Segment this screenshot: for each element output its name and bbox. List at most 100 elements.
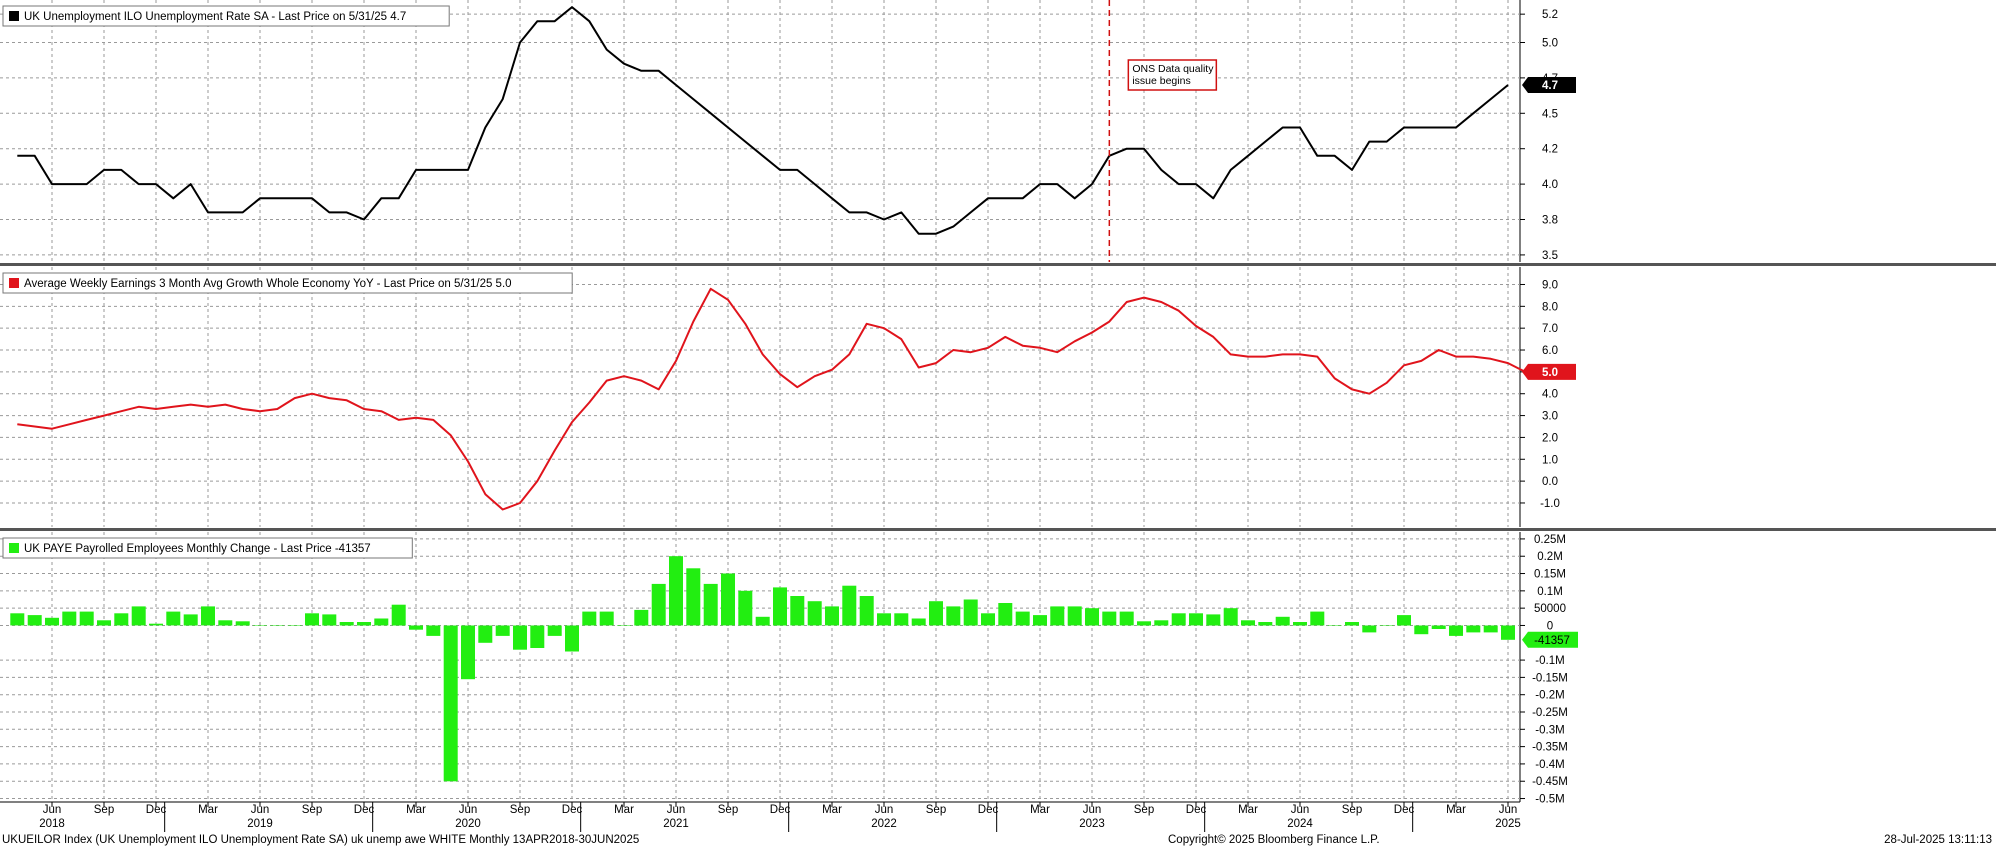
bar: [201, 606, 215, 626]
bar: [599, 611, 614, 626]
bar: [963, 599, 978, 626]
bar: [1258, 622, 1273, 626]
bar: [1362, 625, 1377, 633]
bar: [998, 603, 1013, 626]
y-tick-label: -0.1M: [1535, 655, 1564, 667]
x-year-label: 2020: [455, 818, 481, 830]
bar: [270, 625, 285, 626]
x-tick-label: Sep: [926, 804, 946, 816]
y-tick-label: 3.0: [1542, 411, 1558, 423]
bar: [1050, 606, 1065, 626]
y-tick-label: -0.5M: [1535, 794, 1564, 806]
x-tick-label: Sep: [510, 804, 530, 816]
bar: [894, 613, 909, 626]
panel-separator: [0, 263, 1996, 266]
x-tick-label: Mar: [614, 804, 634, 816]
bar: [478, 625, 493, 643]
x-tick-label: Jun: [1499, 804, 1518, 816]
panel-separator: [0, 528, 1996, 531]
y-tick-label: 50000: [1534, 603, 1566, 615]
bar: [409, 625, 423, 630]
footer-copyright: Copyright© 2025 Bloomberg Finance L.P.: [1168, 834, 1380, 846]
y-tick-label: 9.0: [1542, 279, 1558, 291]
bar: [426, 625, 441, 636]
x-tick-label: Sep: [718, 804, 738, 816]
bar: [582, 611, 597, 626]
last-value-label: 5.0: [1542, 367, 1558, 379]
y-tick-label: -0.3M: [1535, 724, 1564, 736]
bar: [305, 613, 319, 626]
bar: [97, 620, 111, 626]
bar: [790, 596, 805, 626]
x-tick-label: Dec: [1394, 804, 1415, 816]
bar: [1154, 620, 1169, 626]
annotation-text: issue begins: [1132, 75, 1190, 87]
bar: [443, 625, 458, 782]
bar: [218, 620, 233, 626]
bar: [825, 606, 839, 626]
bar: [131, 606, 146, 626]
y-tick-label: 4.2: [1542, 144, 1558, 156]
bar: [911, 618, 926, 626]
bar: [686, 568, 701, 626]
x-tick-label: Mar: [1030, 804, 1050, 816]
y-tick-label: 0.1M: [1537, 586, 1563, 598]
bar: [1171, 613, 1186, 626]
bar: [1085, 608, 1099, 626]
y-tick-label: 0.2M: [1537, 551, 1563, 563]
bar: [1119, 611, 1134, 626]
legend-swatch: [9, 11, 19, 21]
y-tick-label: -0.4M: [1535, 759, 1564, 771]
x-tick-label: Sep: [1134, 804, 1154, 816]
y-tick-label: 0.15M: [1534, 569, 1566, 581]
footer-timestamp: 28-Jul-2025 13:11:13: [1884, 834, 1992, 846]
bar: [547, 625, 562, 636]
bar: [114, 613, 129, 626]
x-tick-label: Dec: [770, 804, 791, 816]
annotation-text: ONS Data quality: [1132, 63, 1214, 75]
x-tick-label: Jun: [875, 804, 894, 816]
y-tick-label: -0.35M: [1532, 742, 1568, 754]
bar: [1189, 613, 1203, 626]
last-value-label: -41357: [1534, 635, 1570, 647]
bar: [1501, 625, 1515, 640]
x-tick-label: Sep: [1342, 804, 1362, 816]
bar: [651, 583, 666, 626]
bar: [1449, 625, 1463, 636]
y-tick-label: 0: [1547, 620, 1553, 632]
legend-swatch: [9, 278, 19, 288]
bar: [149, 623, 163, 626]
bar: [10, 613, 25, 626]
bar: [391, 604, 406, 626]
x-tick-label: Jun: [1291, 804, 1310, 816]
bar: [1102, 611, 1117, 626]
bar: [235, 621, 250, 626]
x-tick-label: Dec: [562, 804, 583, 816]
bar: [807, 601, 822, 626]
bar: [79, 611, 94, 626]
bar: [339, 622, 354, 626]
bar: [1379, 625, 1394, 626]
y-tick-label: 7.0: [1542, 323, 1558, 335]
x-tick-label: Dec: [1186, 804, 1207, 816]
bar: [322, 614, 337, 626]
legend-swatch: [9, 543, 19, 553]
y-tick-label: 4.0: [1542, 179, 1558, 191]
y-tick-label: 4.5: [1542, 108, 1558, 120]
bar: [62, 611, 77, 626]
x-year-label: 2024: [1287, 818, 1313, 830]
x-year-label: 2022: [871, 818, 897, 830]
x-tick-label: Dec: [146, 804, 167, 816]
bar: [374, 618, 389, 626]
x-tick-label: Jun: [43, 804, 62, 816]
bar: [253, 625, 267, 626]
bar: [287, 625, 302, 626]
legend-label: Average Weekly Earnings 3 Month Avg Grow…: [24, 278, 512, 290]
bar: [495, 625, 510, 636]
bar: [929, 601, 943, 626]
footer-left: UKUEILOR Index (UK Unemployment ILO Unem…: [2, 834, 640, 846]
x-year-label: 2023: [1079, 818, 1105, 830]
x-tick-label: Jun: [1083, 804, 1102, 816]
x-tick-label: Dec: [354, 804, 375, 816]
y-tick-label: 5.2: [1542, 9, 1558, 21]
